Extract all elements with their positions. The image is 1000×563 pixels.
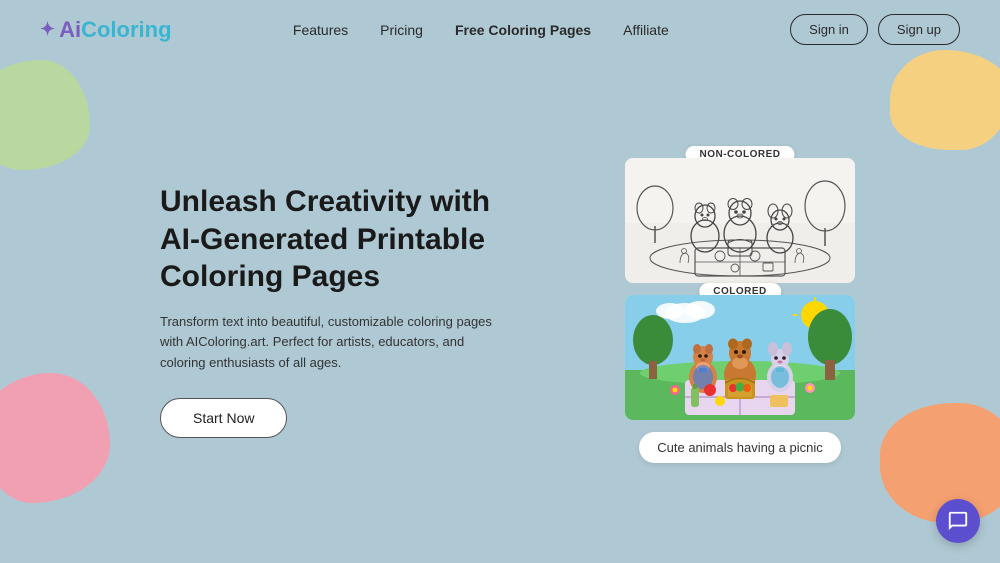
chat-icon — [947, 510, 969, 532]
nav-features[interactable]: Features — [293, 22, 348, 38]
nav-free-coloring[interactable]: Free Coloring Pages — [455, 22, 591, 38]
nav-pricing[interactable]: Pricing — [380, 22, 423, 38]
signup-button[interactable]: Sign up — [878, 14, 960, 45]
main-content: Unleash Creativity with AI-Generated Pri… — [0, 59, 1000, 562]
logo[interactable]: ✦ AiColoring — [40, 17, 172, 43]
noncolored-card: NON-COLORED — [625, 158, 855, 283]
start-now-button[interactable]: Start Now — [160, 398, 287, 438]
noncolored-image — [625, 158, 855, 283]
hero-images: NON-COLORED — [560, 158, 920, 463]
hero-title: Unleash Creativity with AI-Generated Pri… — [160, 183, 500, 296]
signin-button[interactable]: Sign in — [790, 14, 868, 45]
main-nav: Features Pricing Free Coloring Pages Aff… — [293, 22, 669, 38]
hero-description: Transform text into beautiful, customiza… — [160, 312, 500, 374]
colored-card: COLORED — [625, 295, 855, 420]
auth-buttons: Sign in Sign up — [790, 14, 960, 45]
caption-bubble: Cute animals having a picnic — [639, 432, 840, 463]
header: ✦ AiColoring Features Pricing Free Color… — [0, 0, 1000, 59]
chat-button[interactable] — [936, 499, 980, 543]
nav-affiliate[interactable]: Affiliate — [623, 22, 669, 38]
colored-image — [625, 295, 855, 420]
logo-sparkle: ✦ — [40, 19, 55, 40]
hero-text: Unleash Creativity with AI-Generated Pri… — [160, 183, 500, 438]
logo-text: AiColoring — [59, 17, 171, 43]
